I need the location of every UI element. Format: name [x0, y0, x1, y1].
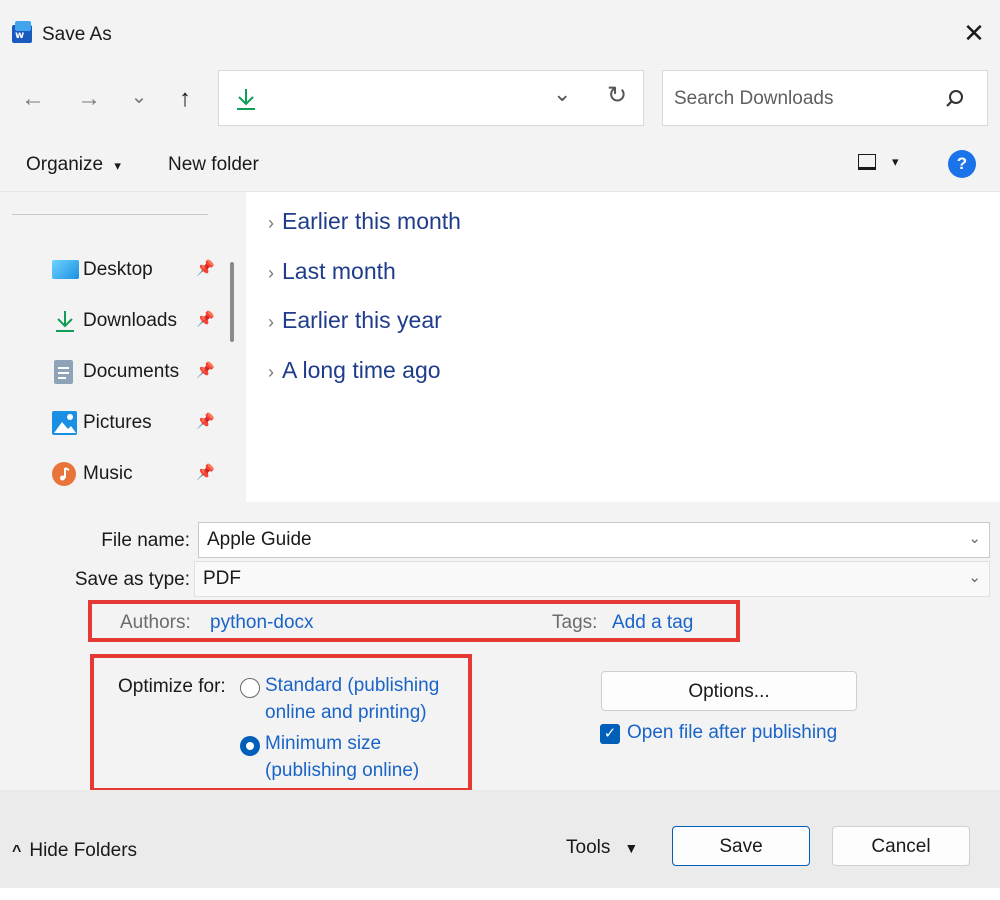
file-name-label: File name:	[101, 530, 190, 551]
sidebar-item-desktop[interactable]: Desktop 📌	[50, 250, 230, 290]
sidebar-item-downloads[interactable]: Downloads 📌	[50, 301, 230, 341]
refresh-icon[interactable]: ↻	[607, 81, 627, 110]
sidebar-item-documents[interactable]: Documents 📌	[50, 352, 230, 392]
cancel-button[interactable]: Cancel	[832, 826, 970, 866]
address-bar[interactable]: ⌄ ↻	[218, 70, 644, 126]
sidebar-item-pictures[interactable]: Pictures 📌	[50, 403, 230, 443]
file-name-field[interactable]: Apple Guide ⌄	[198, 522, 990, 558]
optimize-minimum-line2: (publishing online)	[265, 760, 420, 781]
options-button[interactable]: Options...	[601, 671, 857, 711]
group-header-a-long-time-ago[interactable]: › A long time ago	[268, 357, 441, 384]
authors-field[interactable]: python-docx	[210, 612, 314, 634]
sidebar-item-label: Music	[83, 463, 133, 484]
save-button[interactable]: Save	[672, 826, 810, 866]
group-label: Earlier this month	[282, 208, 461, 234]
group-header-earlier-this-year[interactable]: › Earlier this year	[268, 307, 442, 334]
optimize-for-label: Optimize for:	[118, 676, 226, 697]
optimize-minimum-line1: Minimum size	[265, 733, 382, 754]
download-arrow-icon	[237, 89, 255, 110]
optimize-standard-line1: Standard (publishing	[265, 675, 440, 696]
pin-icon[interactable]: 📌	[196, 412, 215, 430]
chevron-down-icon[interactable]: ⌄	[968, 529, 981, 547]
open-after-publishing-label[interactable]: Open file after publishing	[627, 722, 837, 744]
save-as-type-select[interactable]: PDF ⌄	[194, 561, 990, 597]
optimize-minimum-radio[interactable]	[240, 736, 260, 756]
optimize-minimum-label[interactable]: Minimum size (publishing online)	[265, 730, 419, 784]
file-name-value: Apple Guide	[207, 529, 312, 550]
tools-button[interactable]: Tools ▼	[566, 837, 638, 859]
save-as-type-label: Save as type:	[74, 569, 190, 590]
organize-caret-icon: ▾	[114, 158, 121, 173]
close-icon[interactable]: ✕	[958, 17, 990, 49]
file-list	[248, 192, 1000, 502]
hide-folders-button[interactable]: ^ Hide Folders	[12, 840, 137, 862]
group-header-earlier-this-month[interactable]: › Earlier this month	[268, 208, 461, 235]
chevron-right-icon: ›	[268, 263, 274, 283]
downloads-icon	[56, 311, 74, 332]
sidebar-item-label: Desktop	[83, 259, 153, 280]
back-arrow-icon[interactable]: ←	[16, 82, 50, 116]
chevron-right-icon: ›	[268, 362, 274, 382]
group-label: Last month	[282, 258, 396, 284]
group-label: A long time ago	[282, 357, 441, 383]
optimize-standard-line2: online and printing)	[265, 702, 427, 723]
sidebar-item-label: Downloads	[83, 310, 177, 331]
chevron-right-icon: ›	[268, 213, 274, 233]
pin-icon[interactable]: 📌	[196, 259, 215, 277]
up-arrow-icon[interactable]: ↑	[168, 82, 202, 116]
view-caret-icon[interactable]: ▾	[892, 154, 899, 170]
organize-button[interactable]: Organize ▾	[26, 154, 121, 176]
help-icon[interactable]: ?	[948, 150, 976, 178]
desktop-icon	[52, 260, 79, 279]
pin-icon[interactable]: 📌	[196, 310, 215, 328]
sidebar-item-music[interactable]: Music 📌	[50, 454, 230, 494]
group-label: Earlier this year	[282, 307, 442, 333]
window-title: Save As	[42, 24, 112, 45]
chevron-up-icon: ^	[12, 843, 22, 860]
sidebar-scrollbar[interactable]	[230, 262, 234, 342]
group-header-last-month[interactable]: › Last month	[268, 258, 396, 285]
search-placeholder: Search Downloads	[674, 88, 834, 109]
chevron-right-icon: ›	[268, 312, 274, 332]
save-as-type-value: PDF	[203, 568, 241, 589]
command-bar	[0, 140, 1000, 192]
documents-icon	[54, 360, 73, 384]
word-icon: w	[12, 21, 32, 43]
tools-label: Tools	[566, 837, 611, 858]
sidebar-item-label: Pictures	[83, 412, 152, 433]
title-bar	[0, 0, 1000, 62]
new-folder-button[interactable]: New folder	[168, 154, 259, 176]
tags-label: Tags:	[552, 612, 598, 633]
optimize-standard-radio[interactable]	[240, 678, 260, 698]
optimize-standard-label[interactable]: Standard (publishing online and printing…	[265, 672, 439, 726]
organize-label: Organize	[26, 154, 104, 175]
sidebar-item-label: Documents	[83, 361, 180, 382]
music-icon	[52, 462, 76, 486]
view-icon[interactable]	[858, 154, 876, 170]
recent-locations-chevron-icon[interactable]: ⌄	[122, 80, 156, 114]
pictures-icon	[52, 411, 77, 435]
pin-icon[interactable]: 📌	[196, 463, 215, 481]
pin-icon[interactable]: 📌	[196, 361, 215, 379]
hide-folders-label: Hide Folders	[29, 840, 138, 861]
forward-arrow-icon[interactable]: →	[72, 82, 106, 116]
tools-caret-icon: ▼	[624, 840, 639, 856]
open-after-publishing-checkbox[interactable]: ✓	[600, 724, 620, 744]
sidebar-divider	[12, 214, 208, 215]
bottom-edge	[0, 888, 1000, 900]
authors-label: Authors:	[120, 612, 191, 633]
chevron-down-icon[interactable]: ⌄	[968, 568, 981, 586]
tags-field[interactable]: Add a tag	[612, 612, 693, 634]
address-dropdown-icon[interactable]: ⌄	[553, 81, 571, 107]
magnifier-icon[interactable]	[944, 88, 966, 110]
